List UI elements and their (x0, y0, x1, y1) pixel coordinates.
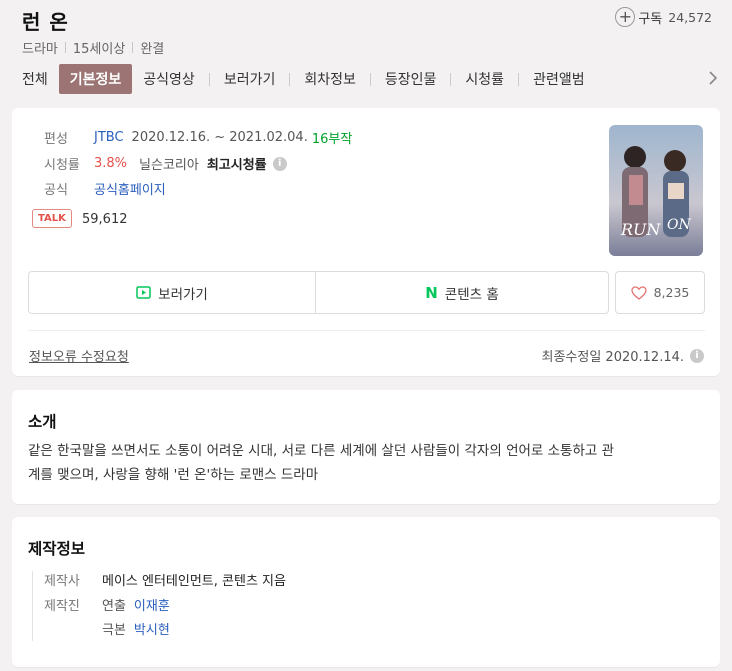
genre[interactable]: 드라마 (22, 38, 58, 57)
divider (32, 571, 33, 641)
content-home-label: 콘텐츠 홈 (444, 286, 499, 303)
like-button[interactable]: 8,235 (615, 271, 705, 314)
episode-count: 16부작 (311, 132, 353, 147)
subscribe-count: 24,572 (668, 9, 712, 25)
writer-link[interactable]: 박시현 (134, 619, 170, 638)
tab-ratings[interactable]: 시청률 (454, 64, 515, 94)
official-label: 공식 (44, 183, 68, 198)
status: 완결 (140, 42, 165, 57)
broadcast-label: 편성 (44, 132, 68, 147)
divider (518, 72, 520, 86)
production-card: 제작정보 제작사 메이스 엔터테인먼트, 콘텐츠 지음 제작진 연출 이재훈 극… (12, 517, 720, 667)
intro-card: 소개 같은 한국말을 쓰면서도 소통이 어려운 시대, 서로 다른 세계에 살던… (12, 390, 720, 504)
rating-source: 닐슨코리아 (139, 158, 199, 173)
talk-count: 59,612 (82, 212, 128, 227)
heart-icon (630, 285, 647, 300)
intro-line-2: 계를 맺으며, 사랑을 향해 '런 온'하는 로맨스 드라마 (28, 467, 319, 483)
production-company-row: 제작사 메이스 엔터테인먼트, 콘텐츠 지음 (44, 570, 286, 589)
tab-albums[interactable]: 관련앨범 (522, 64, 596, 94)
rating-value: 3.8% (94, 156, 128, 171)
info-icon[interactable]: i (272, 156, 287, 171)
info-icon[interactable]: i (690, 348, 704, 363)
director-role: 연출 (102, 599, 126, 614)
intro-title: 소개 (28, 413, 57, 431)
divider (28, 330, 705, 331)
company-names: 메이스 엔터테인먼트, 콘텐츠 지음 (102, 574, 286, 589)
director-link[interactable]: 이재훈 (134, 595, 170, 614)
divider (64, 42, 66, 53)
official-homepage-link[interactable]: 공식홈페이지 (94, 179, 166, 198)
tab-bar: 전체 기본정보 공식영상 보러가기 회차정보 등장인물 시청률 관련앨범 (11, 64, 596, 94)
company-label: 제작사 (44, 574, 80, 589)
basic-info-card: 편성 JTBC 2020.12.16. ~ 2021.02.04. 16부작 시… (12, 108, 720, 376)
age-rating: 15세이상 (72, 42, 126, 57)
talk-badge[interactable]: TALK (32, 209, 72, 228)
divider (450, 72, 452, 86)
divider (289, 72, 291, 86)
watch-button-label: 보러가기 (158, 286, 208, 303)
chevron-right-icon[interactable] (708, 70, 718, 89)
content-home-button[interactable]: N 콘텐츠 홈 (316, 271, 609, 314)
intro-text: 같은 한국말을 쓰면서도 소통이 어려운 시대, 서로 다른 세계에 살던 사람… (28, 439, 708, 487)
writer-role: 극본 (102, 623, 126, 638)
tab-episodes[interactable]: 회차정보 (293, 64, 367, 94)
play-icon (136, 286, 151, 299)
last-modified-text: 최종수정일 2020.12.14. (541, 350, 685, 365)
page-title: 런 온 (22, 10, 69, 34)
svg-text:RUN: RUN (620, 220, 662, 239)
official-row: 공식 공식홈페이지 (44, 179, 166, 198)
broadcast-period: 2020.12.16. ~ 2021.02.04. (131, 130, 308, 145)
report-error-link[interactable]: 정보오류 수정요청 (29, 346, 129, 365)
channel-link[interactable]: JTBC (94, 130, 124, 145)
tab-basic-info[interactable]: 기본정보 (58, 64, 133, 94)
staff-label: 제작진 (44, 599, 80, 614)
naver-logo-icon: N (425, 283, 438, 302)
tab-characters[interactable]: 등장인물 (374, 64, 448, 94)
header: 런 온 드라마 15세이상 완결 + 구독 24,572 전체 기본정보 공식영… (0, 0, 732, 100)
tab-watch[interactable]: 보러가기 (213, 64, 287, 94)
poster-image[interactable]: RUN ON (609, 125, 703, 256)
rating-max: 최고시청률 (206, 158, 267, 173)
intro-line-1: 같은 한국말을 쓰면서도 소통이 어려운 시대, 서로 다른 세계에 살던 사람… (28, 443, 615, 459)
broadcast-row: 편성 JTBC 2020.12.16. ~ 2021.02.04. 16부작 (44, 128, 352, 147)
tab-official-video[interactable]: 공식영상 (132, 64, 206, 94)
divider (369, 72, 371, 86)
svg-text:ON: ON (667, 217, 691, 233)
rating-row: 시청률 3.8% 닐슨코리아 최고시청률 i (44, 154, 287, 173)
rating-label: 시청률 (44, 158, 80, 173)
watch-button[interactable]: 보러가기 (28, 271, 316, 314)
tab-all[interactable]: 전체 (11, 64, 59, 94)
meta-info: 드라마 15세이상 완결 (22, 38, 164, 57)
action-buttons: 보러가기 N 콘텐츠 홈 8,235 (28, 271, 705, 314)
subscribe-label: 구독 (638, 11, 663, 27)
production-title: 제작정보 (28, 540, 86, 558)
staff-writer-row: 극본 박시현 (44, 619, 170, 638)
divider (208, 72, 210, 86)
last-modified: 최종수정일 2020.12.14. i (541, 346, 704, 365)
like-count: 8,235 (653, 285, 690, 300)
divider (132, 42, 134, 53)
plus-icon: + (615, 7, 636, 27)
staff-director-row: 제작진 연출 이재훈 (44, 595, 170, 614)
subscribe-button[interactable]: + 구독 24,572 (615, 7, 712, 27)
